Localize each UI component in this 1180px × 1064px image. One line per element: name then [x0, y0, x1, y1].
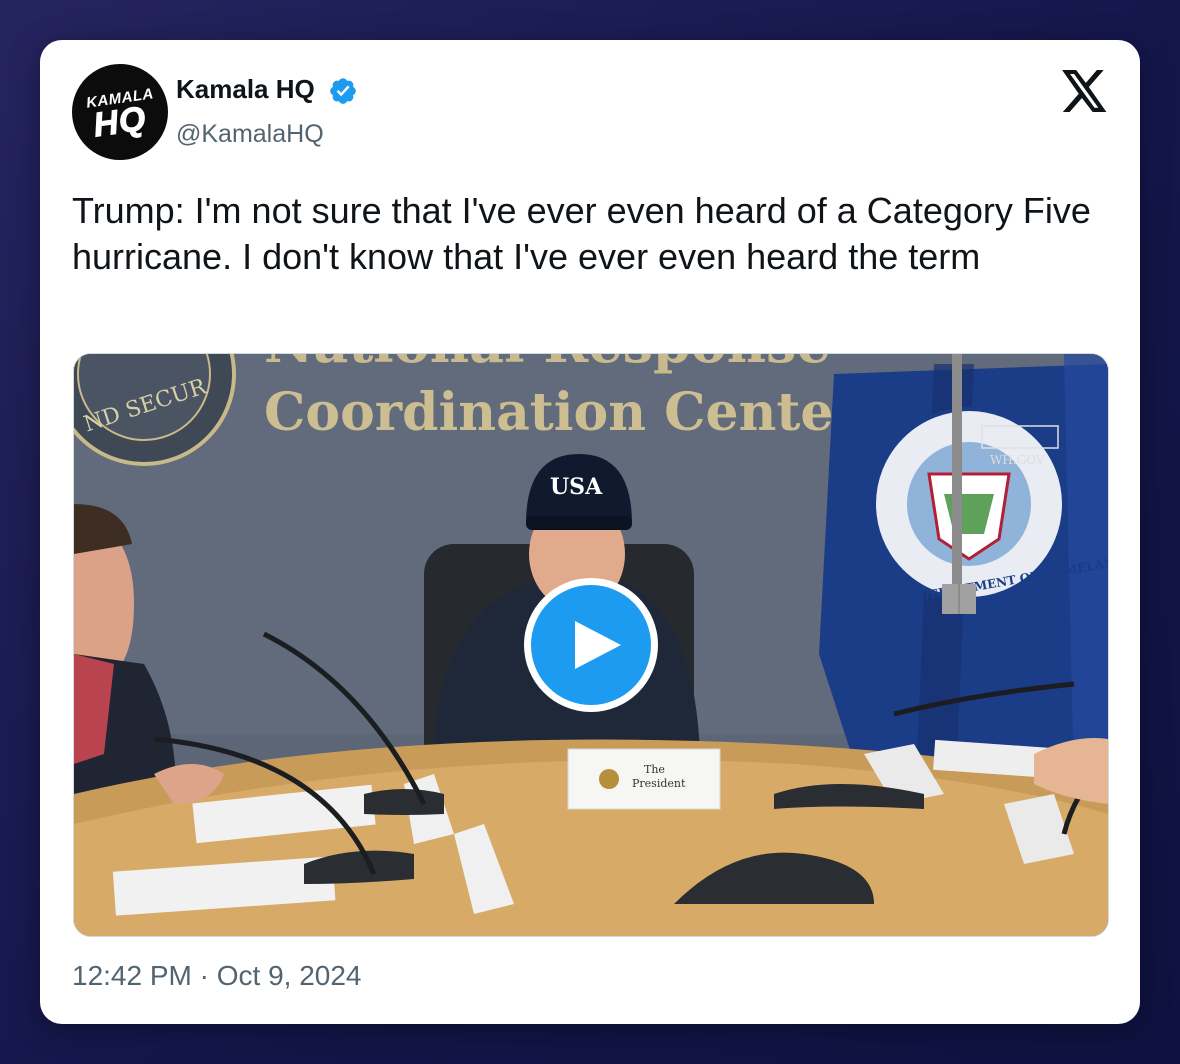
video-player[interactable]: ND SECUR National Response Coordination …	[73, 353, 1109, 937]
play-icon	[575, 621, 621, 669]
wall-text-top: National Response	[264, 354, 831, 375]
tweet-timestamp[interactable]: 12:42 PM · Oct 9, 2024	[72, 960, 362, 992]
author-handle[interactable]: @KamalaHQ	[176, 120, 324, 149]
placard-line2: President	[632, 777, 686, 790]
hat-text: USA	[550, 474, 603, 500]
wall-text: Coordination Center	[264, 382, 862, 443]
play-button-circle	[531, 585, 651, 705]
verified-badge-icon	[330, 78, 356, 104]
play-button[interactable]	[524, 578, 658, 712]
avatar[interactable]: KAMALA HQ	[72, 64, 168, 160]
tweet-card[interactable]: KAMALA HQ Kamala HQ @KamalaHQ Trump: I'm…	[40, 40, 1140, 1024]
placard-line1: The	[644, 763, 665, 776]
tweet-text: Trump: I'm not sure that I've ever even …	[72, 190, 1091, 277]
author-display-name[interactable]: Kamala HQ	[176, 74, 315, 105]
video-watermark: WH.GOV	[990, 453, 1045, 467]
x-logo-icon[interactable]	[1062, 70, 1108, 112]
